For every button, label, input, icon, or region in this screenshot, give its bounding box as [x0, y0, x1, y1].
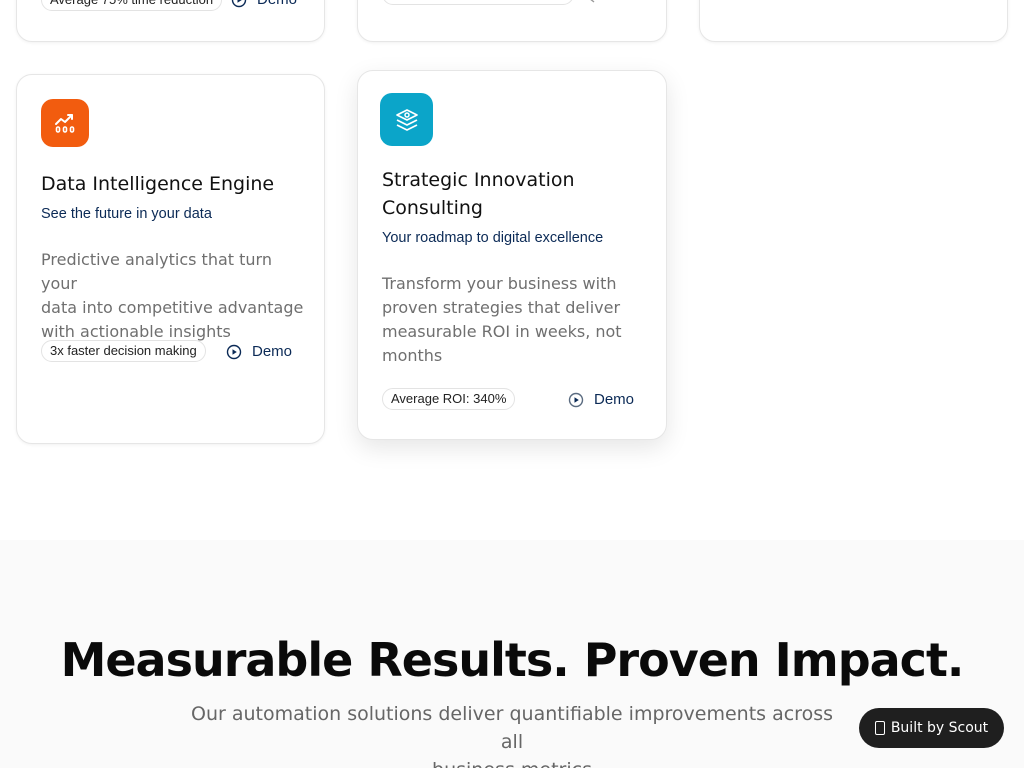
demo-button[interactable]: Demo	[231, 0, 297, 8]
metric-pill	[382, 0, 574, 5]
demo-label: Demo	[257, 0, 297, 8]
service-card-top-left: Average 75% time reduction Demo	[16, 0, 325, 42]
demo-label: Demo	[594, 391, 635, 408]
card-subtitle: Your roadmap to digital excellence	[382, 230, 604, 246]
card-description: Transform your business with proven stra…	[382, 274, 622, 365]
metric-pill: 3x faster decision making	[41, 340, 206, 362]
demo-button[interactable]: Demo	[568, 391, 634, 408]
metric-pill: Average ROI: 340%	[382, 388, 516, 410]
icon-tile	[41, 99, 89, 147]
service-card-strategic-consulting[interactable]: Strategic Innovation Consulting Your roa…	[357, 70, 667, 440]
metric-pill: Average 75% time reduction	[41, 0, 223, 11]
service-card-data-intelligence[interactable]: Data Intelligence Engine See the future …	[16, 74, 325, 444]
badge-label: Built by Scout	[890, 720, 989, 736]
service-card-top-right	[699, 0, 1008, 42]
analytics-chart-icon	[55, 114, 75, 133]
results-subheading: Our automation solutions deliver quantif…	[191, 703, 833, 768]
demo-button[interactable]: Demo	[226, 343, 292, 360]
built-by-scout-badge[interactable]: Built by Scout	[859, 708, 1004, 748]
icon-tile	[380, 93, 433, 146]
service-card-top-middle	[357, 0, 667, 42]
scout-icon	[874, 721, 885, 735]
card-title: Strategic Innovation Consulting	[382, 169, 575, 219]
play-circle-icon	[226, 344, 242, 359]
play-circle-icon	[231, 0, 247, 7]
card-subtitle: See the future in your data	[41, 206, 212, 222]
card-title: Data Intelligence Engine	[41, 173, 275, 195]
card-description: Predictive analytics that turn your data…	[41, 250, 304, 341]
chevron-icon	[590, 0, 595, 3]
results-heading: Measurable Results. Proven Impact.	[60, 633, 965, 687]
play-circle-icon	[568, 392, 584, 407]
demo-label: Demo	[252, 343, 293, 360]
layers-icon	[395, 108, 418, 131]
